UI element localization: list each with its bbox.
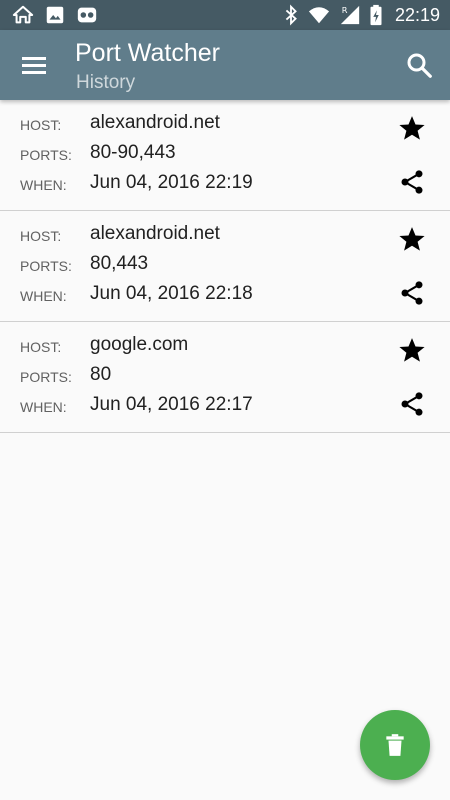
search-icon xyxy=(407,53,432,78)
ports-value: 80 xyxy=(90,364,112,385)
ports-value: 80,443 xyxy=(90,253,149,274)
share-icon xyxy=(401,392,423,416)
delete-icon xyxy=(386,734,404,756)
app-title: Port Watcher xyxy=(75,39,220,67)
delete-history-fab[interactable] xyxy=(360,710,430,780)
image-icon xyxy=(44,4,66,26)
app-subtitle: History xyxy=(76,72,136,93)
share-icon xyxy=(401,281,423,305)
battery-icon xyxy=(369,4,383,26)
star-icon xyxy=(399,338,425,362)
home-outline-icon xyxy=(12,4,34,26)
bluetooth-icon xyxy=(283,4,299,26)
host-label: HOST: xyxy=(20,117,62,133)
search-button[interactable] xyxy=(404,50,434,80)
host-value: alexandroid.net xyxy=(90,223,220,244)
when-label: WHEN: xyxy=(20,399,67,415)
star-icon xyxy=(399,116,425,140)
hamburger-menu-icon xyxy=(22,57,46,74)
host-label: HOST: xyxy=(20,339,62,355)
when-value: Jun 04, 2016 22:19 xyxy=(90,172,253,193)
ports-label: PORTS: xyxy=(20,258,72,274)
star-button[interactable] xyxy=(398,336,426,364)
status-bar-right: R 22:19 xyxy=(283,4,440,26)
ports-label: PORTS: xyxy=(20,147,72,163)
status-bar-left xyxy=(12,4,98,26)
share-button[interactable] xyxy=(398,279,426,307)
host-value: google.com xyxy=(90,334,189,355)
app-notification-icon xyxy=(76,4,98,26)
when-label: WHEN: xyxy=(20,177,67,193)
menu-button[interactable] xyxy=(18,50,52,80)
status-time: 22:19 xyxy=(394,4,440,25)
when-label: WHEN: xyxy=(20,288,67,304)
ports-value: 80-90,443 xyxy=(90,142,176,163)
history-item[interactable]: HOST: google.com PORTS: 80 WHEN: Jun 04,… xyxy=(0,322,450,433)
history-item[interactable]: HOST: alexandroid.net PORTS: 80-90,443 W… xyxy=(0,100,450,211)
app-toolbar: Port Watcher History xyxy=(0,30,450,100)
when-value: Jun 04, 2016 22:18 xyxy=(90,283,253,304)
star-button[interactable] xyxy=(398,114,426,142)
host-label: HOST: xyxy=(20,228,62,244)
share-icon xyxy=(401,170,423,194)
wifi-icon xyxy=(307,4,331,26)
history-item[interactable]: HOST: alexandroid.net PORTS: 80,443 WHEN… xyxy=(0,211,450,322)
svg-text:R: R xyxy=(342,5,348,15)
history-list: HOST: alexandroid.net PORTS: 80-90,443 W… xyxy=(0,100,450,433)
star-button[interactable] xyxy=(398,225,426,253)
star-icon xyxy=(399,227,425,251)
when-value: Jun 04, 2016 22:17 xyxy=(90,394,253,415)
status-bar: R 22:19 xyxy=(0,0,450,30)
host-value: alexandroid.net xyxy=(90,112,220,133)
share-button[interactable] xyxy=(398,168,426,196)
share-button[interactable] xyxy=(398,390,426,418)
ports-label: PORTS: xyxy=(20,369,72,385)
signal-roaming-icon: R xyxy=(339,4,361,26)
